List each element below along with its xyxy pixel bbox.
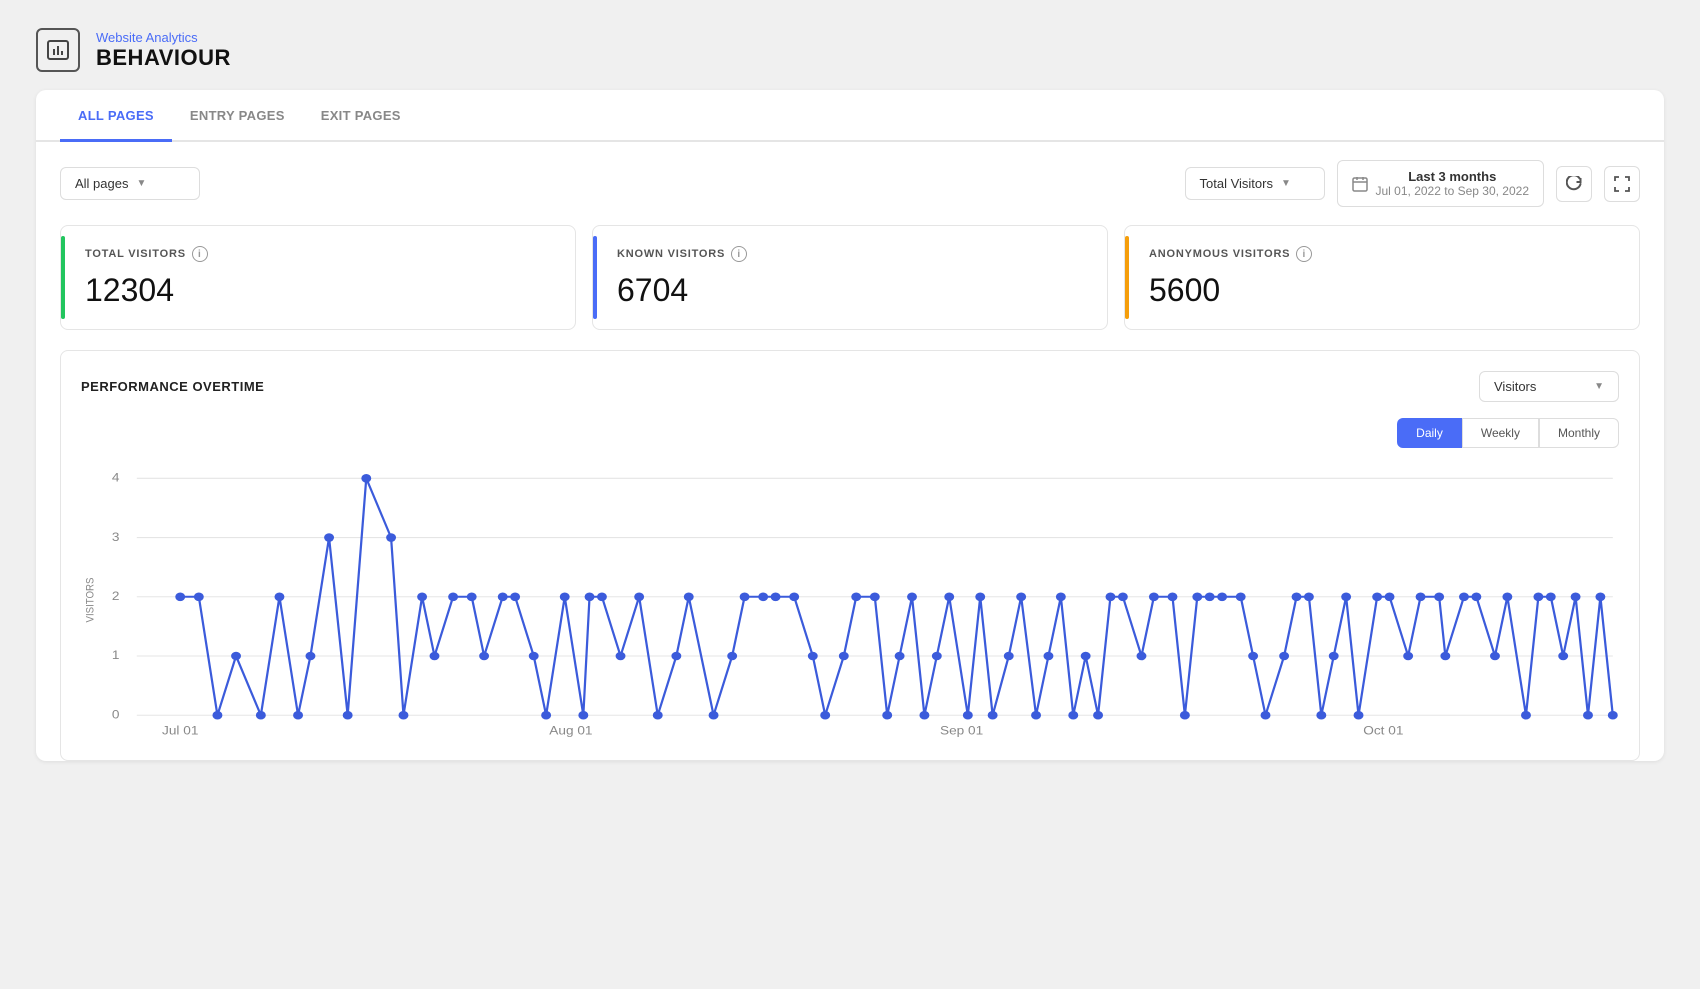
total-visitors-label: TOTAL VISITORS — [85, 248, 186, 260]
anonymous-visitors-value: 5600 — [1149, 272, 1615, 309]
page-title: BEHAVIOUR — [96, 45, 231, 71]
time-toggle: Daily Weekly Monthly — [81, 418, 1619, 448]
chevron-down-icon: ▼ — [136, 178, 146, 189]
anonymous-visitors-label: ANONYMOUS VISITORS — [1149, 248, 1290, 260]
svg-text:4: 4 — [112, 470, 120, 484]
tab-entry-pages[interactable]: ENTRY PAGES — [172, 90, 303, 142]
tabs-row: ALL PAGES ENTRY PAGES EXIT PAGES — [36, 90, 1664, 142]
metric-dropdown[interactable]: Total Visitors ▼ — [1185, 167, 1325, 200]
known-visitors-info-icon[interactable]: i — [731, 246, 747, 262]
tab-exit-pages[interactable]: EXIT PAGES — [303, 90, 419, 142]
chart-section: PERFORMANCE OVERTIME Visitors ▼ Daily We… — [60, 350, 1640, 761]
metrics-row: TOTAL VISITORS i 12304 KNOWN VISITORS i … — [36, 225, 1664, 350]
svg-text:Oct 01: Oct 01 — [1363, 723, 1403, 737]
chart-header: PERFORMANCE OVERTIME Visitors ▼ — [81, 371, 1619, 402]
daily-button[interactable]: Daily — [1397, 418, 1462, 448]
chevron-down-icon: ▼ — [1281, 178, 1291, 189]
svg-text:2: 2 — [112, 589, 120, 603]
metric-dropdown-label: Total Visitors — [1200, 176, 1273, 191]
svg-text:Jul 01: Jul 01 — [162, 723, 198, 737]
chart-title: PERFORMANCE OVERTIME — [81, 379, 264, 394]
breadcrumb: Website Analytics — [96, 30, 231, 45]
pages-dropdown[interactable]: All pages ▼ — [60, 167, 200, 200]
anonymous-visitors-info-icon[interactable]: i — [1296, 246, 1312, 262]
main-card: ALL PAGES ENTRY PAGES EXIT PAGES All pag… — [36, 90, 1664, 761]
calendar-icon — [1352, 176, 1368, 192]
known-visitors-accent — [593, 236, 597, 319]
visitors-dropdown-label: Visitors — [1494, 379, 1536, 394]
total-visitors-info-icon[interactable]: i — [192, 246, 208, 262]
chart-svg: 4 3 2 1 0 VISITORS Jul 01 Aug 01 Sep 01 … — [81, 460, 1619, 740]
refresh-button[interactable] — [1556, 166, 1592, 202]
pages-dropdown-label: All pages — [75, 176, 128, 191]
metric-total-visitors: TOTAL VISITORS i 12304 — [60, 225, 576, 330]
date-range-label: Last 3 months — [1376, 169, 1530, 184]
known-visitors-value: 6704 — [617, 272, 1083, 309]
svg-text:VISITORS: VISITORS — [85, 577, 97, 622]
visitors-dropdown[interactable]: Visitors ▼ — [1479, 371, 1619, 402]
page-header: Website Analytics BEHAVIOUR — [0, 0, 1700, 90]
known-visitors-label: KNOWN VISITORS — [617, 248, 725, 260]
total-visitors-value: 12304 — [85, 272, 551, 309]
chart-container: 4 3 2 1 0 VISITORS Jul 01 Aug 01 Sep 01 … — [81, 460, 1619, 740]
date-range-picker[interactable]: Last 3 months Jul 01, 2022 to Sep 30, 20… — [1337, 160, 1545, 207]
svg-text:Aug 01: Aug 01 — [549, 723, 592, 737]
svg-text:3: 3 — [112, 530, 120, 544]
chevron-down-icon: ▼ — [1594, 381, 1604, 392]
svg-text:1: 1 — [112, 648, 120, 662]
weekly-button[interactable]: Weekly — [1462, 418, 1539, 448]
metric-known-visitors: KNOWN VISITORS i 6704 — [592, 225, 1108, 330]
fullscreen-button[interactable] — [1604, 166, 1640, 202]
tab-all-pages[interactable]: ALL PAGES — [60, 90, 172, 142]
metric-anonymous-visitors: ANONYMOUS VISITORS i 5600 — [1124, 225, 1640, 330]
anonymous-visitors-accent — [1125, 236, 1129, 319]
controls-row: All pages ▼ Total Visitors ▼ Last 3 mont… — [36, 142, 1664, 225]
analytics-icon — [36, 28, 80, 72]
svg-text:0: 0 — [112, 707, 120, 721]
header-text: Website Analytics BEHAVIOUR — [96, 30, 231, 71]
monthly-button[interactable]: Monthly — [1539, 418, 1619, 448]
total-visitors-accent — [61, 236, 65, 319]
date-range-sub: Jul 01, 2022 to Sep 30, 2022 — [1376, 184, 1530, 198]
svg-text:Sep 01: Sep 01 — [940, 723, 983, 737]
